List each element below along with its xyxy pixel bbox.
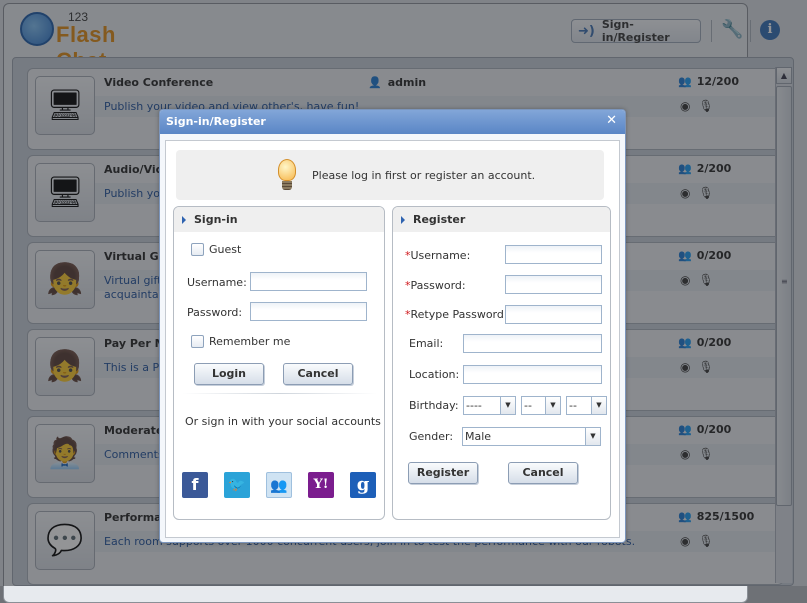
register-panel: Register *Username: *Password: *Retype P… <box>392 206 611 520</box>
chevron-down-icon: ▼ <box>585 428 600 445</box>
chevron-down-icon: ▼ <box>591 397 606 414</box>
remember-me-label: Remember me <box>209 335 291 348</box>
chevron-down-icon: ▼ <box>500 397 515 414</box>
gender-select[interactable]: Male ▼ <box>462 427 601 446</box>
birthday-day-select[interactable]: -- ▼ <box>566 396 607 415</box>
signin-username-input[interactable] <box>250 272 367 291</box>
reg-password-label: *Password: <box>405 279 466 292</box>
triangle-icon <box>401 215 405 224</box>
signin-cancel-button[interactable]: Cancel <box>283 363 353 385</box>
reg-retype-password-input[interactable] <box>505 305 602 324</box>
gender-label: Gender: <box>409 430 454 443</box>
chevron-down-icon: ▼ <box>545 397 560 414</box>
msn-icon[interactable]: 👥 <box>266 472 292 498</box>
location-label: Location: <box>409 368 460 381</box>
lightbulb-icon <box>276 159 298 191</box>
reg-username-label: *Username: <box>405 249 471 262</box>
notice-box: Please log in first or register an accou… <box>176 150 604 200</box>
username-label: Username: <box>187 276 247 289</box>
reg-retype-password-label: *Retype Password: <box>405 308 508 321</box>
dialog-title: Sign-in/Register <box>166 115 266 128</box>
signin-heading: Sign-in <box>174 207 384 232</box>
login-button[interactable]: Login <box>194 363 264 385</box>
guest-label: Guest <box>209 243 242 256</box>
birthday-label: Birthday: <box>409 399 459 412</box>
signin-password-input[interactable] <box>250 302 367 321</box>
birthday-month-select[interactable]: -- ▼ <box>521 396 561 415</box>
facebook-icon[interactable]: f <box>182 472 208 498</box>
password-label: Password: <box>187 306 243 319</box>
remember-me-checkbox[interactable] <box>191 335 204 348</box>
register-heading: Register <box>393 207 610 232</box>
email-label: Email: <box>409 337 444 350</box>
triangle-icon <box>182 215 186 224</box>
birthday-year-select[interactable]: ---- ▼ <box>463 396 516 415</box>
close-icon[interactable]: ✕ <box>606 113 617 128</box>
google-icon[interactable]: g <box>350 472 376 498</box>
signin-register-dialog: Sign-in/Register ✕ Please log in first o… <box>159 109 626 543</box>
guest-checkbox[interactable] <box>191 243 204 256</box>
dialog-body: Please log in first or register an accou… <box>165 140 620 538</box>
reg-password-input[interactable] <box>505 275 602 294</box>
divider <box>182 393 377 394</box>
location-input[interactable] <box>463 365 602 384</box>
email-input[interactable] <box>463 334 602 353</box>
twitter-icon[interactable]: 🐦 <box>224 472 250 498</box>
dialog-titlebar: Sign-in/Register ✕ <box>160 110 625 134</box>
register-cancel-button[interactable]: Cancel <box>508 462 578 484</box>
reg-username-input[interactable] <box>505 245 602 264</box>
signin-panel: Sign-in Guest Username: Password: Rememb… <box>173 206 385 520</box>
register-button[interactable]: Register <box>408 462 478 484</box>
yahoo-icon[interactable]: Y! <box>308 472 334 498</box>
notice-text: Please log in first or register an accou… <box>312 168 536 182</box>
social-signin-text: Or sign in with your social accounts <box>185 415 381 428</box>
